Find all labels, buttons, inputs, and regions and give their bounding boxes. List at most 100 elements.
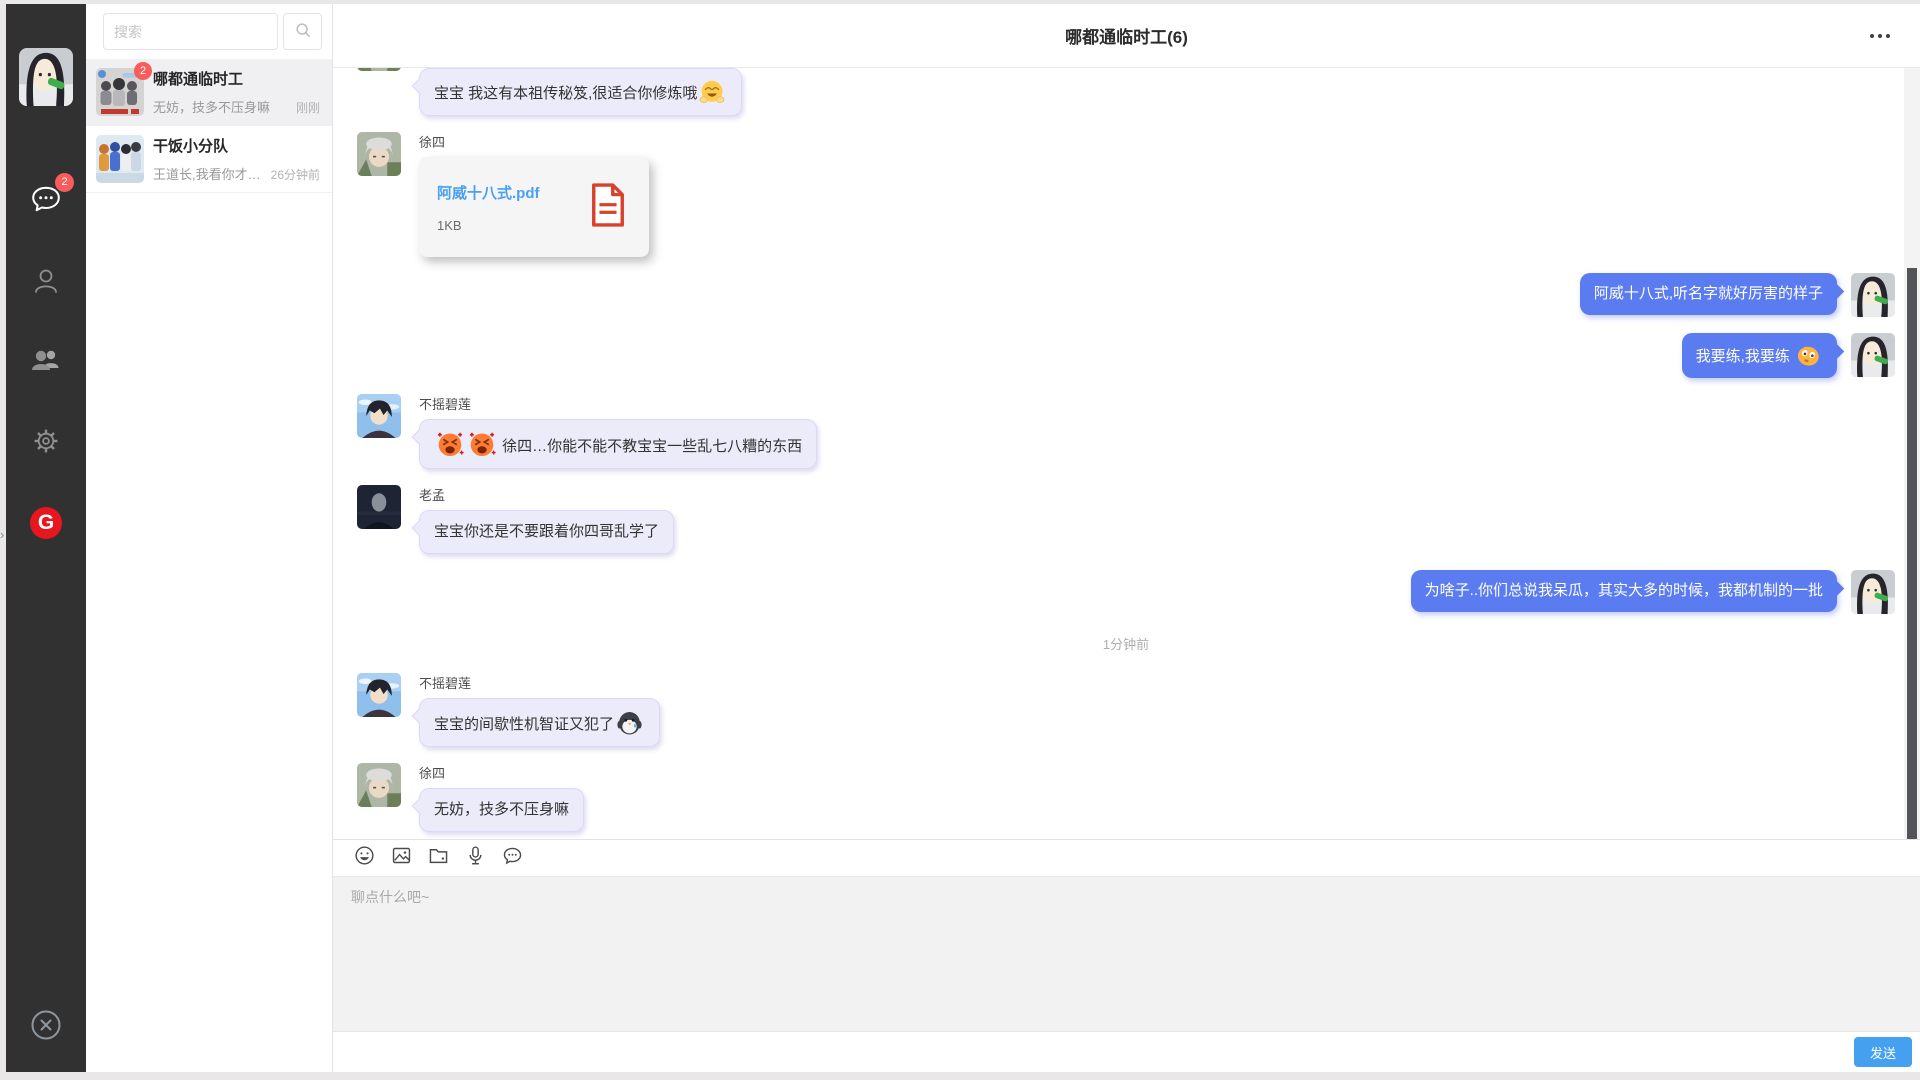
message-text: 宝宝 我这有本祖传秘笈,很适合你修炼哦 — [434, 85, 697, 102]
sender-name: 不摇碧莲 — [419, 676, 660, 691]
search-icon — [292, 19, 314, 44]
gear-icon — [31, 426, 61, 456]
message-bubble: 宝宝 我这有本祖传秘笈,很适合你修炼哦 — [419, 68, 742, 116]
conversation-time: 刚刚 — [296, 99, 320, 116]
hugging-face-icon — [699, 79, 725, 105]
emoji-picker-button[interactable] — [352, 846, 376, 870]
close-button[interactable] — [28, 1007, 64, 1043]
message-incoming: 宝宝 我这有本祖传秘笈,很适合你修炼哦 — [357, 68, 1895, 116]
chat-panel: 哪都通临时工(6) 宝宝 我这有本祖传秘笈,很适合你修炼哦徐四阿威十八式.pdf… — [333, 4, 1920, 1072]
search-row — [86, 4, 332, 59]
image-icon — [390, 844, 413, 872]
sender-name: 徐四 — [419, 135, 649, 150]
search-input[interactable] — [103, 13, 278, 50]
avatar[interactable] — [357, 68, 401, 71]
composer-toolbar — [333, 840, 1920, 876]
sidebar-item-chats[interactable]: 2 — [26, 179, 66, 219]
message-text: 我要练,我要练 — [1696, 348, 1794, 365]
avatar[interactable] — [1851, 333, 1895, 377]
message-timestamp: 1分钟前 — [357, 634, 1895, 653]
scrollbar-thumb[interactable] — [1907, 268, 1917, 839]
sender-name: 老孟 — [419, 488, 674, 503]
message-text: 宝宝的间歇性机智证又犯了 — [434, 716, 614, 733]
message-incoming: 老孟宝宝你还是不要跟着你四哥乱学了 — [357, 485, 1895, 554]
message-outgoing: 阿威十八式,听名字就好厉害的样子 — [357, 273, 1895, 317]
folder-icon — [427, 844, 450, 872]
conversation-item[interactable]: 2哪都通临时工无妨，技多不压身嘛刚刚 — [86, 59, 332, 126]
message-text: 无妨，技多不压身嘛 — [434, 801, 569, 818]
avatar[interactable] — [357, 485, 401, 529]
conversation-last-message: 王道长,我看你才… — [153, 164, 265, 183]
send-button[interactable]: 发送 — [1854, 1037, 1912, 1067]
message-incoming: 徐四无妨，技多不压身嘛 — [357, 763, 1895, 832]
message-text: 为啥子..你们总说我呆瓜，其实大多的时候，我都机制的一批 — [1425, 582, 1823, 599]
message-bubble: 宝宝你还是不要跟着你四哥乱学了 — [419, 510, 674, 554]
conversation-list: 2哪都通临时工无妨，技多不压身嘛刚刚干饭小分队王道长,我看你才…26分钟前 — [86, 59, 332, 193]
message-area: 宝宝 我这有本祖传秘笈,很适合你修炼哦徐四阿威十八式.pdf1KB阿威十八式,听… — [333, 68, 1920, 839]
conversation-avatar — [96, 135, 144, 183]
message-bubble: 阿威十八式,听名字就好厉害的样子 — [1580, 273, 1837, 315]
scrollbar-track — [1904, 68, 1920, 839]
avatar[interactable] — [1851, 273, 1895, 317]
image-upload-button[interactable] — [389, 846, 413, 870]
melting-face-icon — [1796, 343, 1821, 368]
group-icon — [30, 345, 62, 375]
conversation-avatar: 2 — [96, 68, 144, 116]
message-incoming: 不摇碧莲 徐四…你能不能不教宝宝一些乱七八糟的东西 — [357, 394, 1895, 469]
conversation-time: 26分钟前 — [271, 166, 320, 183]
message-bubble: 徐四…你能不能不教宝宝一些乱七八糟的东西 — [419, 419, 817, 469]
conversation-item[interactable]: 干饭小分队王道长,我看你才…26分钟前 — [86, 126, 332, 193]
message-input-area — [333, 876, 1920, 1031]
conversation-last-message: 无妨，技多不压身嘛 — [153, 97, 290, 116]
app-window: 2 G — [6, 4, 1920, 1072]
pdf-icon — [589, 182, 627, 233]
penguin-cry-icon — [616, 709, 643, 736]
message-incoming: 徐四阿威十八式.pdf 1KB — [357, 132, 1895, 257]
message-bubble: 无妨，技多不压身嘛 — [419, 788, 584, 832]
message-incoming: 不摇碧莲宝宝的间歇性机智证又犯了 — [357, 673, 1895, 747]
avatar[interactable] — [357, 673, 401, 717]
file-size: 1KB — [437, 218, 540, 233]
more-menu-button[interactable] — [1868, 28, 1892, 44]
conversation-list-panel: 2哪都通临时工无妨，技多不压身嘛刚刚干饭小分队王道长,我看你才…26分钟前 — [86, 4, 333, 1072]
file-message-card[interactable]: 阿威十八式.pdf 1KB — [419, 157, 649, 257]
voice-message-button[interactable] — [463, 846, 487, 870]
user-avatar[interactable] — [19, 48, 73, 106]
sender-name: 徐四 — [419, 766, 584, 781]
collapse-arrow[interactable]: › — [0, 528, 7, 542]
sidebar-item-settings[interactable] — [26, 421, 66, 461]
conversation-title: 哪都通临时工 — [153, 68, 320, 89]
sender-name: 不摇碧莲 — [419, 397, 817, 412]
chat-header: 哪都通临时工(6) — [333, 4, 1920, 68]
sidebar: 2 G — [6, 4, 86, 1072]
sidebar-item-contacts[interactable] — [26, 261, 66, 301]
message-text: 宝宝你还是不要跟着你四哥乱学了 — [434, 523, 659, 540]
avatar[interactable] — [357, 763, 401, 807]
message-bubble: 为啥子..你们总说我呆瓜，其实大多的时候，我都机制的一批 — [1411, 570, 1837, 612]
message-outgoing: 我要练,我要练 — [357, 333, 1895, 378]
microphone-icon — [464, 844, 487, 872]
smiley-icon — [353, 844, 376, 872]
avatar[interactable] — [1851, 570, 1895, 614]
file-name: 阿威十八式.pdf — [437, 182, 540, 203]
rage-face-icon — [436, 430, 464, 458]
chat-dots-icon — [501, 844, 524, 872]
app-logo: G — [30, 507, 62, 539]
unread-badge: 2 — [134, 62, 152, 80]
sidebar-item-groups[interactable] — [26, 340, 66, 380]
close-icon — [28, 1030, 64, 1047]
message-list: 宝宝 我这有本祖传秘笈,很适合你修炼哦徐四阿威十八式.pdf1KB阿威十八式,听… — [357, 68, 1895, 832]
message-bubble: 宝宝的间歇性机智证又犯了 — [419, 698, 660, 747]
message-input[interactable] — [333, 877, 1920, 1031]
file-upload-button[interactable] — [426, 846, 450, 870]
avatar[interactable] — [357, 132, 401, 176]
message-text: 阿威十八式,听名字就好厉害的样子 — [1594, 285, 1823, 302]
message-bubble: 我要练,我要练 — [1682, 333, 1837, 378]
chat-history-button[interactable] — [500, 846, 524, 870]
message-text: 徐四…你能不能不教宝宝一些乱七八糟的东西 — [498, 438, 802, 455]
avatar[interactable] — [357, 394, 401, 438]
composer: 发送 — [333, 839, 1920, 1072]
message-outgoing: 为啥子..你们总说我呆瓜，其实大多的时候，我都机制的一批 — [357, 570, 1895, 614]
send-row: 发送 — [333, 1031, 1920, 1072]
search-button[interactable] — [283, 13, 322, 50]
